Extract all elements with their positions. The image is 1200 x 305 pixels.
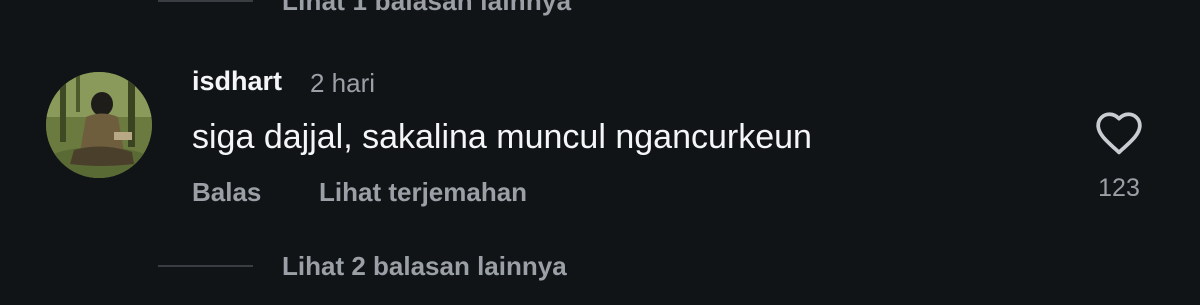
avatar[interactable] [46,72,152,178]
heart-outline-icon [1096,112,1142,155]
view-more-replies-link[interactable]: Lihat 2 balasan lainnya [282,251,567,282]
like-count: 123 [1098,174,1140,202]
comment-timestamp: 2 hari [310,68,376,98]
like-button[interactable] [1094,110,1144,156]
comment-username[interactable]: isdhart [192,66,282,97]
see-translation-button[interactable]: Lihat terjemahan [319,177,527,208]
comment-text: siga dajjal, sakalina muncul ngancurkeun [192,118,812,156]
previous-view-more-replies-link[interactable]: Lihat 1 balasan lainnya [282,0,571,17]
previous-thread-divider [158,0,253,2]
replies-divider [158,265,253,267]
reply-button[interactable]: Balas [192,177,261,208]
avatar-photo-icon [46,72,152,178]
